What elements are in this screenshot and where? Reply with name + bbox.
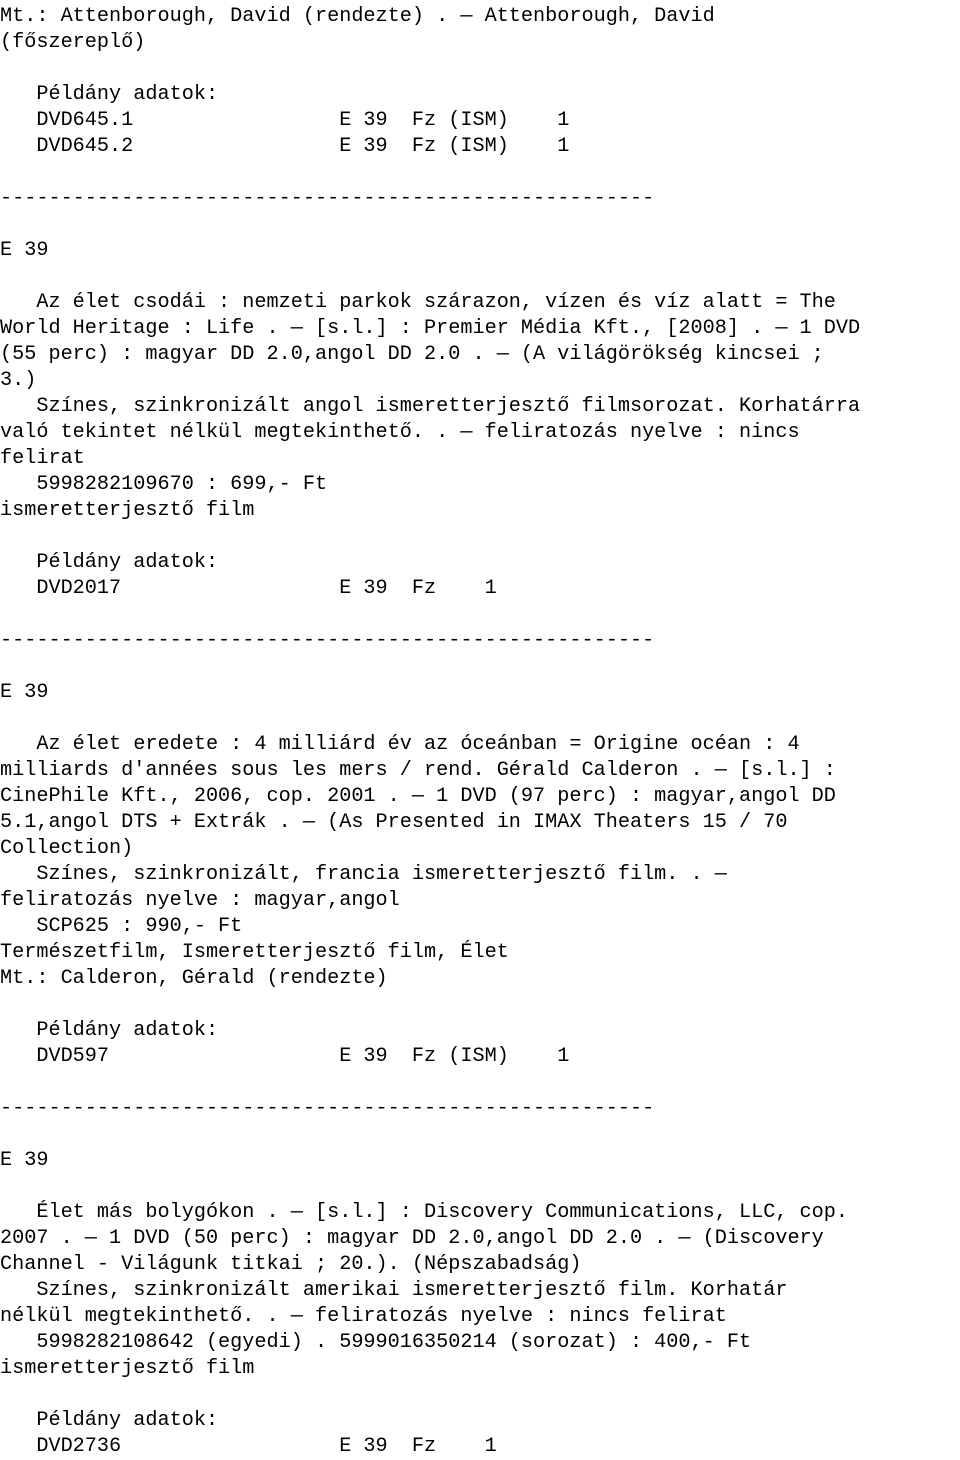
record-separator: ----------------------------------------…	[0, 629, 655, 652]
block-separator: ----------------------------------------…	[0, 628, 960, 654]
block-blank	[0, 706, 960, 732]
block-blank	[0, 602, 960, 628]
block-call-number: E 39	[0, 1148, 960, 1174]
bibliographic-line: nélkül megtekinthető. . — feliratozás ny…	[0, 1305, 727, 1328]
copy-data-row: DVD2736 E 39 Fz 1	[0, 1435, 497, 1458]
copy-data-label: Példány adatok:	[0, 551, 219, 574]
bibliographic-line: Élet más bolygókon . — [s.l.] : Discover…	[0, 1201, 849, 1224]
record-separator: ----------------------------------------…	[0, 1097, 655, 1120]
block-blank	[0, 212, 960, 238]
bibliographic-line: Az élet eredete : 4 milliárd év az óceán…	[0, 733, 800, 756]
bibliographic-line: Channel - Világunk titkai ; 20.). (Népsz…	[0, 1253, 582, 1276]
bibliographic-line: (55 perc) : magyar DD 2.0,angol DD 2.0 .…	[0, 343, 824, 366]
bibliographic-line: SCP625 : 990,- Ft	[0, 915, 243, 938]
copy-data-row: DVD645.1 E 39 Fz (ISM) 1	[0, 109, 570, 132]
block-blank	[0, 654, 960, 680]
block-blank	[0, 160, 960, 186]
call-number-line: E 39	[0, 239, 49, 262]
bibliographic-line: ismeretterjesztő film	[0, 1357, 255, 1380]
copy-data-row: DVD2017 E 39 Fz 1	[0, 577, 497, 600]
block-blank	[0, 1122, 960, 1148]
bibliographic-line: 3.)	[0, 369, 37, 392]
bibliographic-line: ismeretterjesztő film	[0, 499, 255, 522]
block-copy-data: Példány adatok: DVD2736 E 39 Fz 1	[0, 1408, 960, 1460]
bibliographic-line: milliards d'années sous les mers / rend.…	[0, 759, 836, 782]
bibliographic-line: 5998282108642 (egyedi) . 5999016350214 (…	[0, 1331, 752, 1354]
bibliographic-line: való tekintet nélkül megtekinthető. . — …	[0, 421, 800, 444]
bibliographic-line: Az élet csodái : nemzeti parkok szárazon…	[0, 291, 836, 314]
copy-data-label: Példány adatok:	[0, 83, 219, 106]
block-bibliographic: Élet más bolygókon . — [s.l.] : Discover…	[0, 1200, 960, 1382]
bibliographic-line: (főszereplő)	[0, 31, 146, 54]
bibliographic-line: 5.1,angol DTS + Extrák . — (As Presented…	[0, 811, 788, 834]
bibliographic-line: CinePhile Kft., 2006, cop. 2001 . — 1 DV…	[0, 785, 836, 808]
bibliographic-line: World Heritage : Life . — [s.l.] : Premi…	[0, 317, 861, 340]
block-blank	[0, 264, 960, 290]
document-body: Mt.: Attenborough, David (rendezte) . — …	[0, 0, 960, 1460]
call-number-line: E 39	[0, 681, 49, 704]
block-bibliographic: Az élet eredete : 4 milliárd év az óceán…	[0, 732, 960, 992]
bibliographic-line: Színes, szinkronizált amerikai ismerette…	[0, 1279, 788, 1302]
block-blank	[0, 56, 960, 82]
call-number-line: E 39	[0, 1149, 49, 1172]
bibliographic-line: feliratozás nyelve : magyar,angol	[0, 889, 400, 912]
catalog-printout-page: Mt.: Attenborough, David (rendezte) . — …	[0, 0, 960, 1458]
block-call-number: E 39	[0, 238, 960, 264]
block-separator: ----------------------------------------…	[0, 186, 960, 212]
bibliographic-line: Mt.: Attenborough, David (rendezte) . — …	[0, 5, 715, 28]
block-separator: ----------------------------------------…	[0, 1096, 960, 1122]
record-separator: ----------------------------------------…	[0, 187, 655, 210]
block-blank	[0, 524, 960, 550]
copy-data-label: Példány adatok:	[0, 1409, 219, 1432]
bibliographic-line: 2007 . — 1 DVD (50 perc) : magyar DD 2.0…	[0, 1227, 824, 1250]
block-blank	[0, 1070, 960, 1096]
bibliographic-line: felirat	[0, 447, 85, 470]
bibliographic-line: Színes, szinkronizált angol ismeretterje…	[0, 395, 861, 418]
block-continuation: Mt.: Attenborough, David (rendezte) . — …	[0, 4, 960, 56]
block-call-number: E 39	[0, 680, 960, 706]
block-copy-data: Példány adatok: DVD645.1 E 39 Fz (ISM) 1…	[0, 82, 960, 160]
bibliographic-line: Mt.: Calderon, Gérald (rendezte)	[0, 967, 388, 990]
block-blank	[0, 1382, 960, 1408]
copy-data-row: DVD645.2 E 39 Fz (ISM) 1	[0, 135, 570, 158]
block-blank	[0, 1174, 960, 1200]
block-blank	[0, 992, 960, 1018]
bibliographic-line: 5998282109670 : 699,- Ft	[0, 473, 328, 496]
bibliographic-line: Színes, szinkronizált, francia ismerette…	[0, 863, 727, 886]
block-copy-data: Példány adatok: DVD2017 E 39 Fz 1	[0, 550, 960, 602]
bibliographic-line: Természetfilm, Ismeretterjesztő film, Él…	[0, 941, 509, 964]
copy-data-row: DVD597 E 39 Fz (ISM) 1	[0, 1045, 570, 1068]
copy-data-label: Példány adatok:	[0, 1019, 219, 1042]
bibliographic-line: Collection)	[0, 837, 134, 860]
block-copy-data: Példány adatok: DVD597 E 39 Fz (ISM) 1	[0, 1018, 960, 1070]
block-bibliographic: Az élet csodái : nemzeti parkok szárazon…	[0, 290, 960, 524]
